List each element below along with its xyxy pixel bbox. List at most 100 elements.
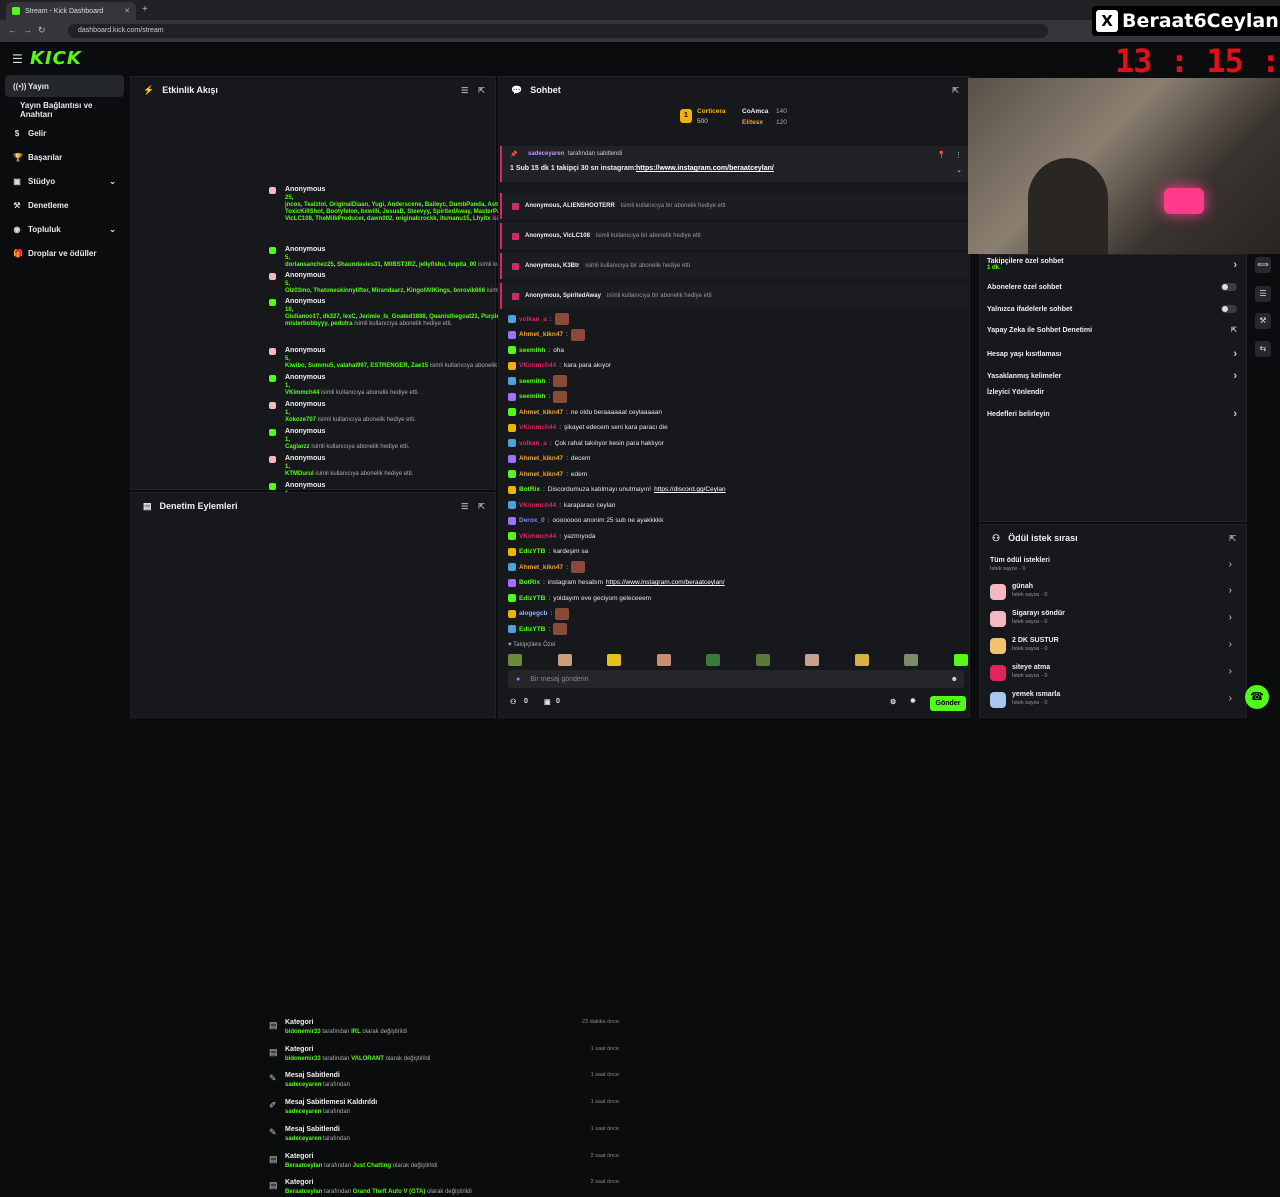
- chat-username[interactable]: VKimmch44: [519, 362, 556, 369]
- emote-icon[interactable]: [854, 654, 869, 666]
- help-button[interactable]: ☎: [1245, 685, 1269, 709]
- chat-message[interactable]: seemihh:: [508, 390, 568, 403]
- emote-icon[interactable]: [953, 654, 968, 666]
- mod-tools-icon[interactable]: ✸: [910, 697, 916, 705]
- chat-setting[interactable]: Yasaklanmış kelimeler ›: [987, 370, 1237, 382]
- sidebar-item-stream-key[interactable]: Yayın Bağlantısı ve Anahtarı: [5, 99, 124, 121]
- sidebar-item-topluluk[interactable]: ◉ Topluluk ⌄: [5, 218, 124, 240]
- mic-icon[interactable]: ●: [516, 676, 520, 683]
- popout-icon[interactable]: ⇱: [952, 86, 959, 95]
- menu-icon[interactable]: ☰: [12, 52, 23, 66]
- popout-icon[interactable]: ⇱: [478, 86, 485, 95]
- chat-username[interactable]: VKimmch44: [519, 502, 556, 509]
- send-button[interactable]: Gönder: [930, 696, 966, 711]
- chat-message[interactable]: seemihh:: [508, 375, 568, 387]
- popout-icon[interactable]: ⇱: [1229, 534, 1236, 543]
- chat-setting[interactable]: Yapay Zeka ile Sohbet Denetimi ⇱: [987, 326, 1237, 335]
- sidebar-item-basarilar[interactable]: 🏆 Başarılar: [5, 146, 124, 168]
- chat-message[interactable]: Derox_0: oooooooo anonim 25 sub ne ayakkk…: [508, 516, 663, 526]
- chat-message[interactable]: BotRix: Discordumuza katılmayı unutmayın!…: [508, 485, 726, 495]
- chat-username[interactable]: VKimmch44: [519, 533, 556, 540]
- chevron-down-icon[interactable]: ⌄: [956, 166, 962, 174]
- chat-username[interactable]: Ahmet_kikn47: [519, 564, 563, 571]
- chat-username[interactable]: Ahmet_kikn47: [519, 471, 563, 478]
- sidebar-item-gelir[interactable]: $ Gelir: [5, 122, 124, 144]
- reward-item[interactable]: 2 DK SUSTUR İstek sayısı - 0 ›: [990, 634, 1236, 656]
- settings-icon[interactable]: ⚙: [890, 698, 896, 706]
- emote-icon[interactable]: [805, 654, 820, 666]
- chat-username[interactable]: EdizYTB: [519, 595, 545, 602]
- chat-setting[interactable]: Hesap yaşı kısıtlaması ›: [987, 348, 1237, 360]
- chat-username[interactable]: alogegcb: [519, 610, 548, 617]
- chat-setting[interactable]: Takipçilere özel sohbet 1 dk. ›: [987, 258, 1237, 271]
- chat-message[interactable]: Ahmet_kikn47: ne oldu beraaaaaat ceylaaaa…: [508, 407, 662, 417]
- chat-username[interactable]: VKimmch44: [519, 424, 556, 431]
- chat-username[interactable]: BotRix: [519, 579, 540, 586]
- chat-message[interactable]: VKimmch44: şikayet edecem seni kara parac…: [508, 423, 668, 433]
- chat-setting[interactable]: Yalnızca ifadelerle sohbet: [987, 305, 1237, 313]
- url-field[interactable]: dashboard.kick.com/stream: [68, 24, 1048, 38]
- emote-icon[interactable]: [656, 654, 671, 666]
- emote-icon[interactable]: [755, 654, 770, 666]
- popout-icon[interactable]: ⇱: [478, 502, 485, 511]
- chat-link[interactable]: https://discord.gg/Ceylan: [654, 486, 726, 493]
- chat-setting[interactable]: Abonelere özel sohbet: [987, 283, 1237, 291]
- toggle-switch[interactable]: [1221, 305, 1237, 313]
- chat-message[interactable]: volkan_a: Çok rahat takılıyor kesin para …: [508, 438, 664, 448]
- chat-username[interactable]: EdizYTB: [519, 548, 545, 555]
- emoji-icon[interactable]: ☻: [951, 676, 958, 683]
- chat-username[interactable]: Ahmet_kikn47: [519, 331, 563, 338]
- emote-icon[interactable]: [607, 654, 622, 666]
- kick-logo[interactable]: KICK: [30, 48, 82, 69]
- pinned-link[interactable]: https://www.instagram.com/beraatceylan/: [636, 165, 774, 172]
- wrench-icon[interactable]: ⚒: [1255, 313, 1271, 329]
- chat-message[interactable]: volkan_a:: [508, 313, 569, 325]
- chat-message[interactable]: alogegcb:: [508, 607, 570, 620]
- chat-message[interactable]: BotRix: instagram hesabım https://www.inst…: [508, 578, 725, 588]
- chat-setting[interactable]: Hedefleri belirleyin ›: [987, 408, 1237, 420]
- reward-item[interactable]: siteye atma İstek sayısı - 0 ›: [990, 661, 1236, 683]
- link-icon[interactable]: ⟺: [1255, 257, 1271, 273]
- chat-message[interactable]: seemihh: oha: [508, 345, 564, 355]
- filter-icon[interactable]: ☰: [461, 502, 468, 511]
- reward-item[interactable]: yemek ısmarla İstek sayısı - 0 ›: [990, 688, 1236, 710]
- reward-item[interactable]: günah İstek sayısı - 0 ›: [990, 580, 1236, 602]
- more-icon[interactable]: ⋮: [955, 151, 962, 159]
- all-reward-requests[interactable]: Tüm ödül istekleri İstek sayısı - 0 ›: [990, 554, 1236, 576]
- chat-username[interactable]: volkan_a: [519, 316, 547, 323]
- chat-message[interactable]: Ahmet_kikn47:: [508, 561, 585, 573]
- close-tab-icon[interactable]: ✕: [124, 7, 130, 15]
- list-icon[interactable]: ☰: [1255, 286, 1271, 302]
- chat-username[interactable]: seemihh: [519, 347, 545, 354]
- chat-username[interactable]: seemihh: [519, 378, 545, 385]
- filter-icon[interactable]: ☰: [461, 86, 468, 95]
- emote-icon[interactable]: [508, 654, 522, 666]
- chat-username[interactable]: seemihh: [519, 393, 545, 400]
- chat-username[interactable]: BotRix: [519, 486, 540, 493]
- chat-setting[interactable]: İzleyici Yönlendir: [987, 389, 1237, 396]
- unpin-icon[interactable]: 📍: [937, 151, 946, 159]
- chat-message[interactable]: Ahmet_kikn47: edem: [508, 469, 587, 479]
- sidebar-item-studyo[interactable]: ▣ Stüdyo ⌄: [5, 170, 124, 192]
- toggle-switch[interactable]: [1221, 283, 1237, 291]
- chat-username[interactable]: volkan_a: [519, 440, 547, 447]
- chat-message[interactable]: EdizYTB: yoldayım eve geciyom geleceeem: [508, 593, 651, 603]
- chat-username[interactable]: Derox_0: [519, 517, 545, 524]
- chat-input[interactable]: ● Bir mesaj gönderin ☻: [508, 670, 964, 688]
- chat-username[interactable]: Ahmet_kikn47: [519, 455, 563, 462]
- sidebar-item-droplar[interactable]: 🎁 Droplar ve ödüller: [5, 242, 124, 264]
- share-icon[interactable]: ⇆: [1255, 341, 1271, 357]
- emote-icon[interactable]: [706, 654, 721, 666]
- chat-username[interactable]: Ahmet_kikn47: [519, 409, 563, 416]
- emote-icon[interactable]: [557, 654, 572, 666]
- emote-icon[interactable]: [904, 654, 919, 666]
- sidebar-item-yayin[interactable]: ((•)) Yayın: [5, 75, 124, 97]
- chat-username[interactable]: EdizYTB: [519, 626, 545, 633]
- chat-link[interactable]: https://www.instagram.com/beraatceylan/: [606, 579, 725, 586]
- nav-buttons[interactable]: ←→↻: [8, 25, 52, 36]
- chat-message[interactable]: VKimmch44: karaparacı ceylan: [508, 500, 615, 510]
- chat-message[interactable]: VKimmch44: yazmıyoda: [508, 531, 595, 541]
- chat-message[interactable]: EdizYTB: kardeşim sa: [508, 547, 588, 557]
- new-tab-icon[interactable]: +: [142, 4, 148, 15]
- chat-message[interactable]: Ahmet_kikn47:: [508, 328, 585, 341]
